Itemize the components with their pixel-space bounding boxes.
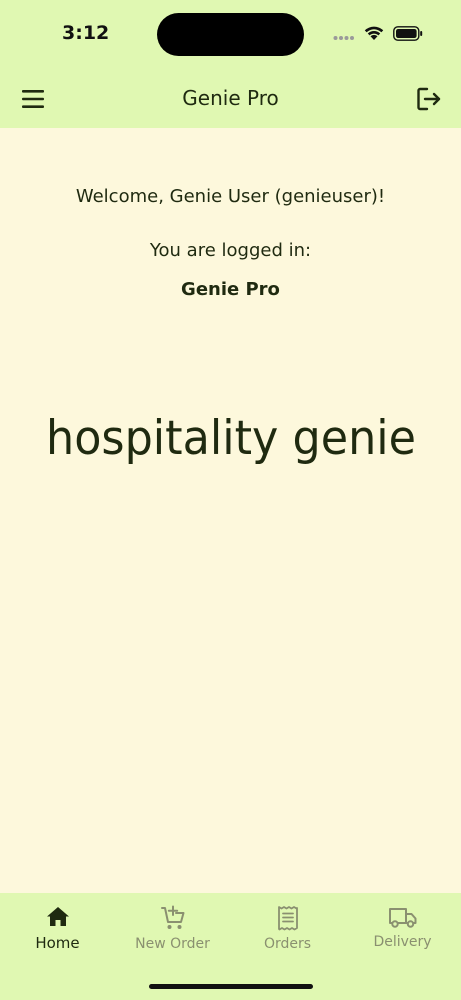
status-time: 3:12 bbox=[62, 22, 110, 44]
battery-icon bbox=[393, 25, 423, 45]
home-icon bbox=[46, 907, 69, 926]
cellular-signal-icon bbox=[333, 26, 355, 45]
nav-label-orders: Orders bbox=[263, 936, 312, 952]
app-bar: Genie Pro bbox=[0, 70, 461, 128]
main-content: Welcome, Genie User (genieuser)! You are… bbox=[0, 128, 461, 893]
status-icons bbox=[333, 25, 423, 45]
logged-in-label: You are logged in: bbox=[149, 240, 312, 261]
nav-home[interactable]: Home bbox=[0, 905, 115, 965]
nav-label-new-order: New Order bbox=[135, 936, 210, 952]
receipt-icon bbox=[277, 906, 298, 931]
dynamic-island bbox=[157, 13, 304, 56]
nav-orders[interactable]: Orders bbox=[230, 905, 345, 965]
app-title: Genie Pro bbox=[182, 86, 279, 110]
bottom-nav: Home New Order Orders Delivery bbox=[0, 893, 461, 1000]
nav-new-order[interactable]: New Order bbox=[115, 905, 230, 965]
nav-label-delivery: Delivery bbox=[373, 934, 432, 950]
nav-label-home: Home bbox=[35, 934, 80, 952]
wifi-icon bbox=[363, 25, 385, 45]
logout-button[interactable] bbox=[415, 85, 443, 113]
status-bar: 3:12 bbox=[0, 0, 461, 70]
brand-logo: hospitality genie bbox=[46, 411, 416, 466]
truck-icon bbox=[388, 908, 416, 928]
home-indicator bbox=[149, 984, 313, 989]
app-name: Genie Pro bbox=[181, 279, 280, 300]
nav-delivery[interactable]: Delivery bbox=[345, 905, 460, 965]
brand-logo-text: hospitality genie bbox=[46, 411, 416, 466]
logout-icon bbox=[417, 87, 441, 111]
welcome-message: Welcome, Genie User (genieuser)! bbox=[75, 186, 386, 207]
add-cart-icon bbox=[160, 905, 184, 929]
